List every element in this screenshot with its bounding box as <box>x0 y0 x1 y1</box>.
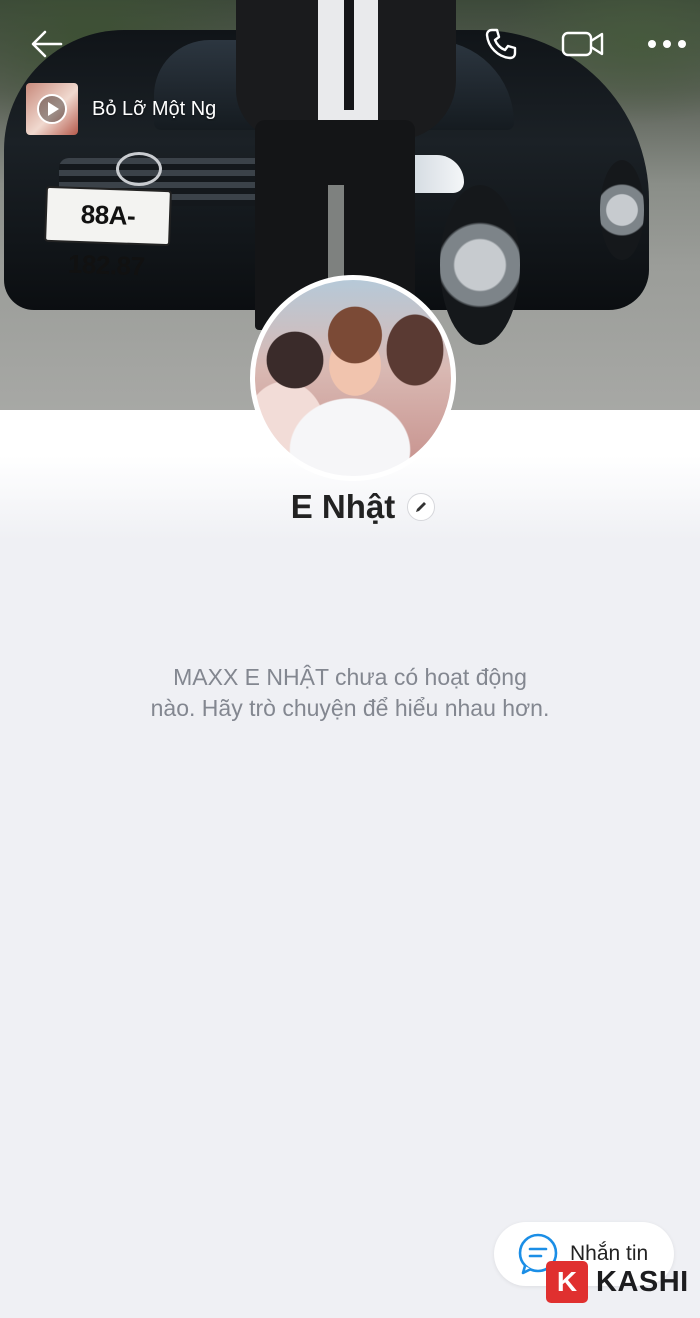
video-camera-icon <box>561 31 604 57</box>
music-thumbnail <box>26 83 78 135</box>
call-button[interactable] <box>478 22 524 66</box>
back-button[interactable] <box>22 22 72 66</box>
kashi-watermark: K KASHI <box>546 1260 696 1304</box>
more-options-button[interactable] <box>642 22 692 66</box>
more-dots-icon <box>648 40 686 48</box>
arrow-left-icon <box>31 30 63 58</box>
profile-name-row: E Nhật <box>0 488 700 526</box>
watermark-logo: K <box>546 1261 588 1303</box>
profile-music-chip[interactable]: Bỏ Lỡ Một Ng <box>26 82 226 136</box>
empty-activity-message: MAXX E NHẬT chưa có hoạt động nào. Hãy t… <box>150 664 550 721</box>
watermark-text: KASHI <box>596 1265 689 1298</box>
license-plate: 88A-182.87 <box>44 185 172 281</box>
music-title: Bỏ Lỡ Một Ng <box>92 97 217 120</box>
top-bar <box>0 0 700 86</box>
profile-name: E Nhật <box>290 488 396 525</box>
avatar[interactable] <box>250 275 456 481</box>
edit-name-button[interactable] <box>407 493 436 521</box>
video-call-button[interactable] <box>558 22 608 66</box>
cover-wheel <box>440 185 520 345</box>
cover-wheel <box>600 160 644 260</box>
pencil-icon <box>416 502 427 512</box>
phone-icon <box>485 28 517 60</box>
play-icon <box>37 94 67 124</box>
